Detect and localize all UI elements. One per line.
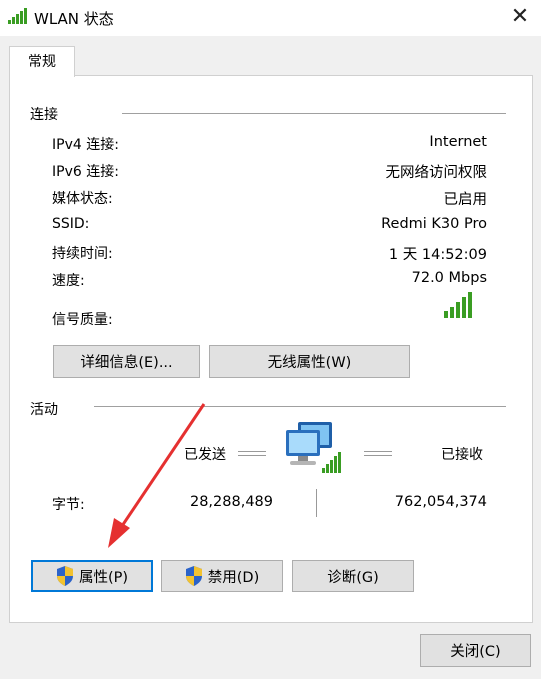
close-icon[interactable]: ✕ <box>505 3 535 31</box>
window-title: WLAN 状态 <box>34 10 114 28</box>
speed-value: 72.0 Mbps <box>411 270 487 286</box>
media-state-value: 已启用 <box>443 192 488 208</box>
section-divider <box>122 113 506 114</box>
network-computers-icon <box>286 422 341 473</box>
shield-icon <box>185 566 202 586</box>
properties-button-label: 属性(P) <box>78 569 129 586</box>
diagnose-button[interactable]: 诊断(G) <box>292 560 414 592</box>
ipv6-label: IPv6 连接: <box>52 164 119 180</box>
received-line <box>364 451 392 456</box>
speed-label: 速度: <box>52 273 85 289</box>
bytes-received-value: 762,054,374 <box>394 494 487 510</box>
signal-quality-label: 信号质量: <box>52 312 113 328</box>
annotation-arrow <box>108 403 206 548</box>
bytes-label: 字节: <box>52 497 85 513</box>
wireless-properties-button[interactable]: 无线属性(W) <box>209 345 410 378</box>
duration-value: 1 天 14:52:09 <box>388 247 487 263</box>
section-connection-label: 连接 <box>30 107 58 123</box>
properties-button[interactable]: 属性(P) <box>31 560 153 592</box>
close-button[interactable]: 关闭(C) <box>420 634 531 667</box>
ipv4-label: IPv4 连接: <box>52 137 119 153</box>
received-label: 已接收 <box>441 447 483 463</box>
disable-button-label: 禁用(D) <box>207 569 260 586</box>
details-button[interactable]: 详细信息(E)... <box>53 345 200 378</box>
wifi-signal-icon <box>8 8 27 24</box>
section-activity-label: 活动 <box>30 402 58 418</box>
sent-line <box>238 451 266 456</box>
ipv6-value: 无网络访问权限 <box>385 165 488 181</box>
bytes-divider <box>316 489 317 517</box>
shield-icon <box>56 566 73 586</box>
ssid-label: SSID: <box>52 216 90 232</box>
ipv4-value: Internet <box>429 134 487 150</box>
signal-quality-icon <box>444 292 472 318</box>
tab-general[interactable]: 常规 <box>9 46 75 77</box>
ssid-value: Redmi K30 Pro <box>381 216 487 232</box>
duration-label: 持续时间: <box>52 246 113 262</box>
disable-button[interactable]: 禁用(D) <box>161 560 283 592</box>
media-state-label: 媒体状态: <box>52 191 113 207</box>
